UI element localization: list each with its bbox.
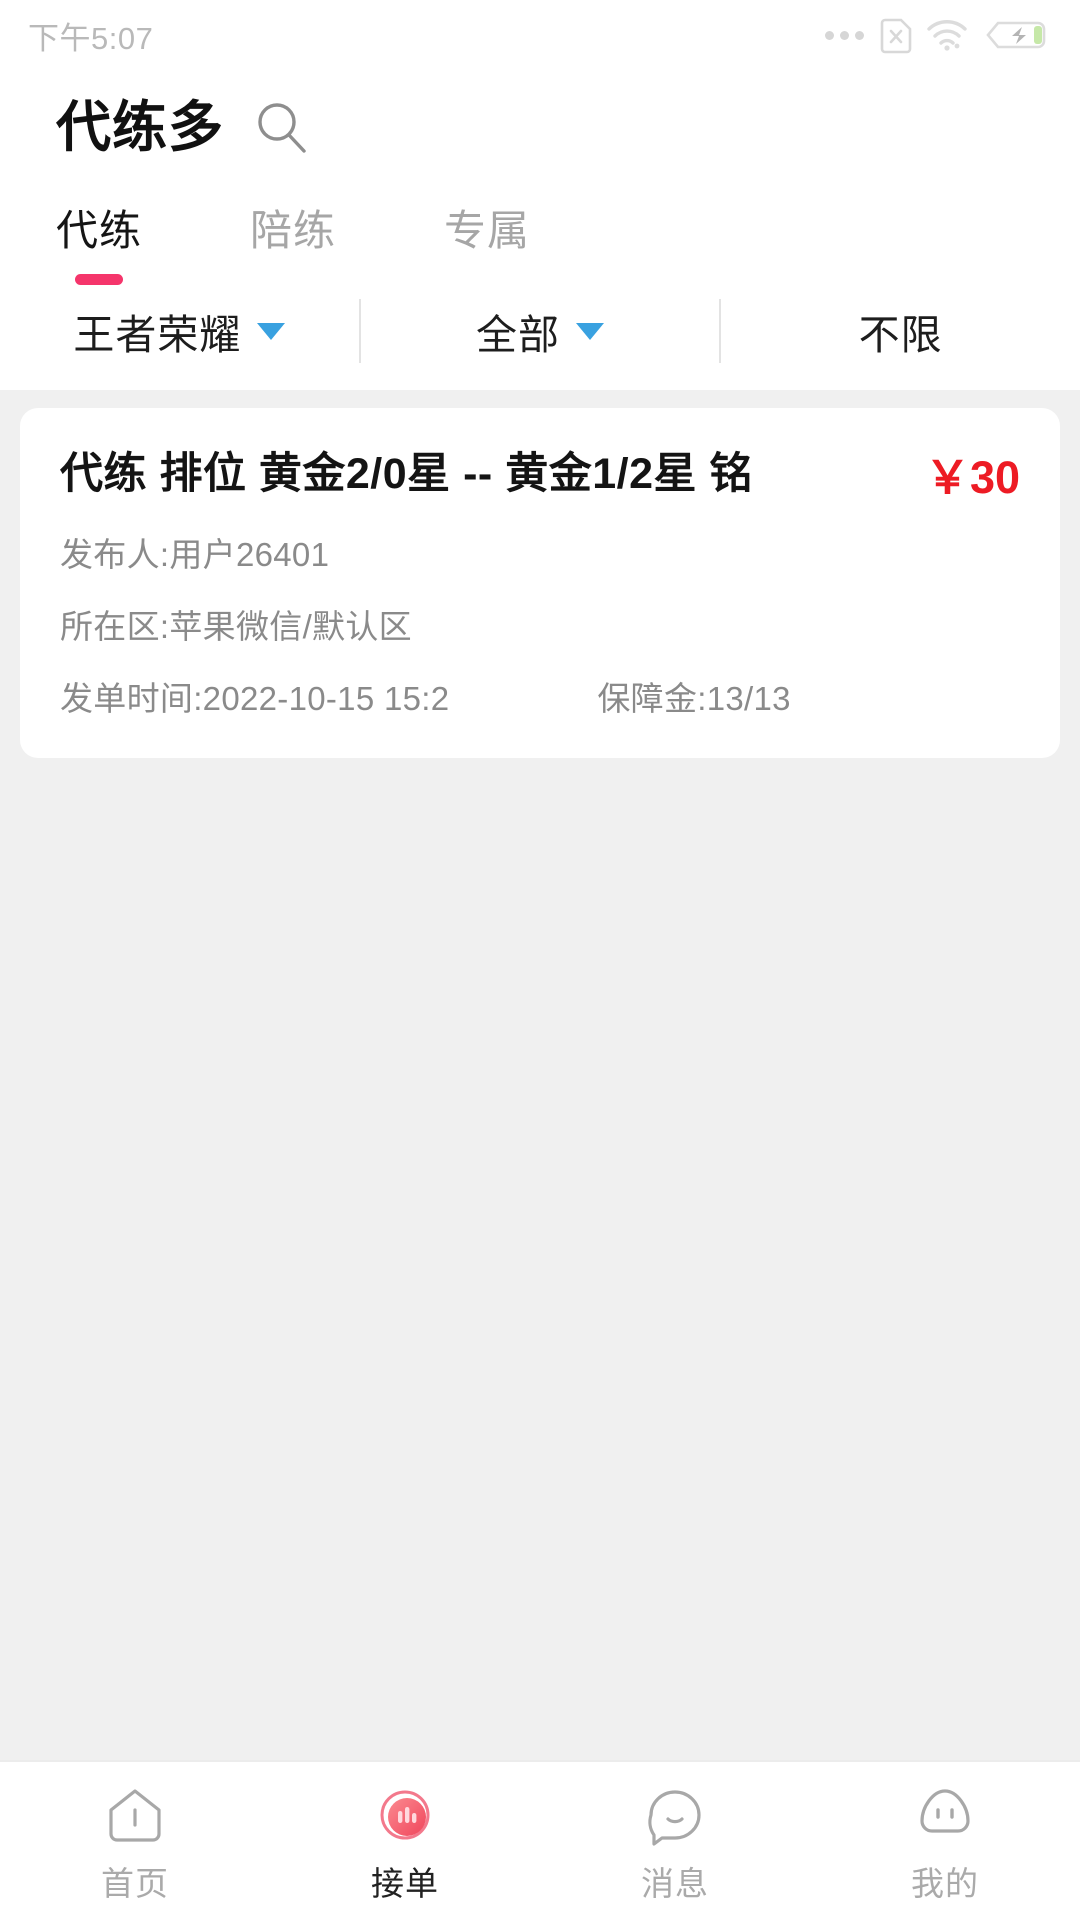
search-icon[interactable] <box>252 98 310 156</box>
filter-label: 全部 <box>476 312 560 358</box>
order-meta-row: 发单时间:2022-10-15 15:2 保障金:13/13 <box>60 672 1020 720</box>
home-icon <box>102 1783 168 1849</box>
order-card-header: 代练 排位 黄金2/0星 -- 黄金1/2星 铭 ￥30 <box>60 450 1020 504</box>
filter-label: 不限 <box>858 312 943 358</box>
filter-label: 王者荣耀 <box>73 312 242 358</box>
tab-active-indicator <box>75 274 123 285</box>
nav-label: 我的 <box>911 1864 979 1902</box>
category-tabs: 代练 陪练 专属 <box>0 162 1080 285</box>
nav-item-profile[interactable]: 我的 <box>810 1783 1080 1900</box>
order-time: 发单时间:2022-10-15 15:2 <box>60 679 450 717</box>
wifi-icon <box>926 18 968 52</box>
filter-price[interactable]: 不限 <box>721 301 1080 361</box>
order-title: 代练 排位 黄金2/0星 -- 黄金1/2星 铭 <box>60 450 753 498</box>
order-list: 代练 排位 黄金2/0星 -- 黄金1/2星 铭 ￥30 发布人:用户26401… <box>0 390 1080 1760</box>
order-card[interactable]: 代练 排位 黄金2/0星 -- 黄金1/2星 铭 ￥30 发布人:用户26401… <box>20 408 1060 758</box>
nav-item-home[interactable]: 首页 <box>0 1783 270 1900</box>
order-price: ￥30 <box>924 452 1020 503</box>
page-title: 代练多 <box>56 95 225 158</box>
order-deposit: 保障金:13/13 <box>597 679 791 717</box>
tab-label: 陪练 <box>250 207 337 254</box>
tab-label: 代练 <box>56 207 143 254</box>
order-region: 所在区:苹果微信/默认区 <box>60 607 412 645</box>
tab-daili[interactable]: 代练 <box>56 210 142 285</box>
tab-peilian[interactable]: 陪练 <box>250 210 336 252</box>
app-screen: 下午5:07 代练多 代练 陪练 专属 王者荣耀 全部 不限 代练 排位 黄金2… <box>0 0 1080 1920</box>
nav-item-message[interactable]: 消息 <box>540 1783 810 1900</box>
chevron-down-icon <box>576 322 604 340</box>
tab-zhuanshu[interactable]: 专属 <box>444 210 530 252</box>
status-bar: 下午5:07 <box>0 0 1080 70</box>
chevron-down-icon <box>257 322 286 340</box>
nav-label: 首页 <box>101 1864 169 1902</box>
nav-label: 接单 <box>371 1864 439 1902</box>
sim-card-disabled-icon <box>880 18 912 54</box>
nav-label: 消息 <box>641 1864 709 1902</box>
status-time: 下午5:07 <box>28 20 154 56</box>
filter-bar: 王者荣耀 全部 不限 <box>0 280 1080 390</box>
filter-game[interactable]: 王者荣耀 <box>0 301 359 361</box>
nav-item-take-order[interactable]: 接单 <box>270 1783 540 1900</box>
app-header: 代练多 <box>0 70 1080 162</box>
more-dots-icon <box>825 30 864 40</box>
message-icon <box>642 1783 708 1849</box>
tab-label: 专属 <box>444 207 531 254</box>
battery-charging-icon <box>984 19 1046 51</box>
profile-icon <box>912 1783 978 1849</box>
status-icon-group <box>825 18 1046 54</box>
order-publisher: 发布人:用户26401 <box>60 535 330 573</box>
filter-type[interactable]: 全部 <box>361 301 720 361</box>
take-order-icon <box>372 1783 438 1849</box>
bottom-navigation: 首页 接单 消息 我的 <box>0 1760 1080 1920</box>
